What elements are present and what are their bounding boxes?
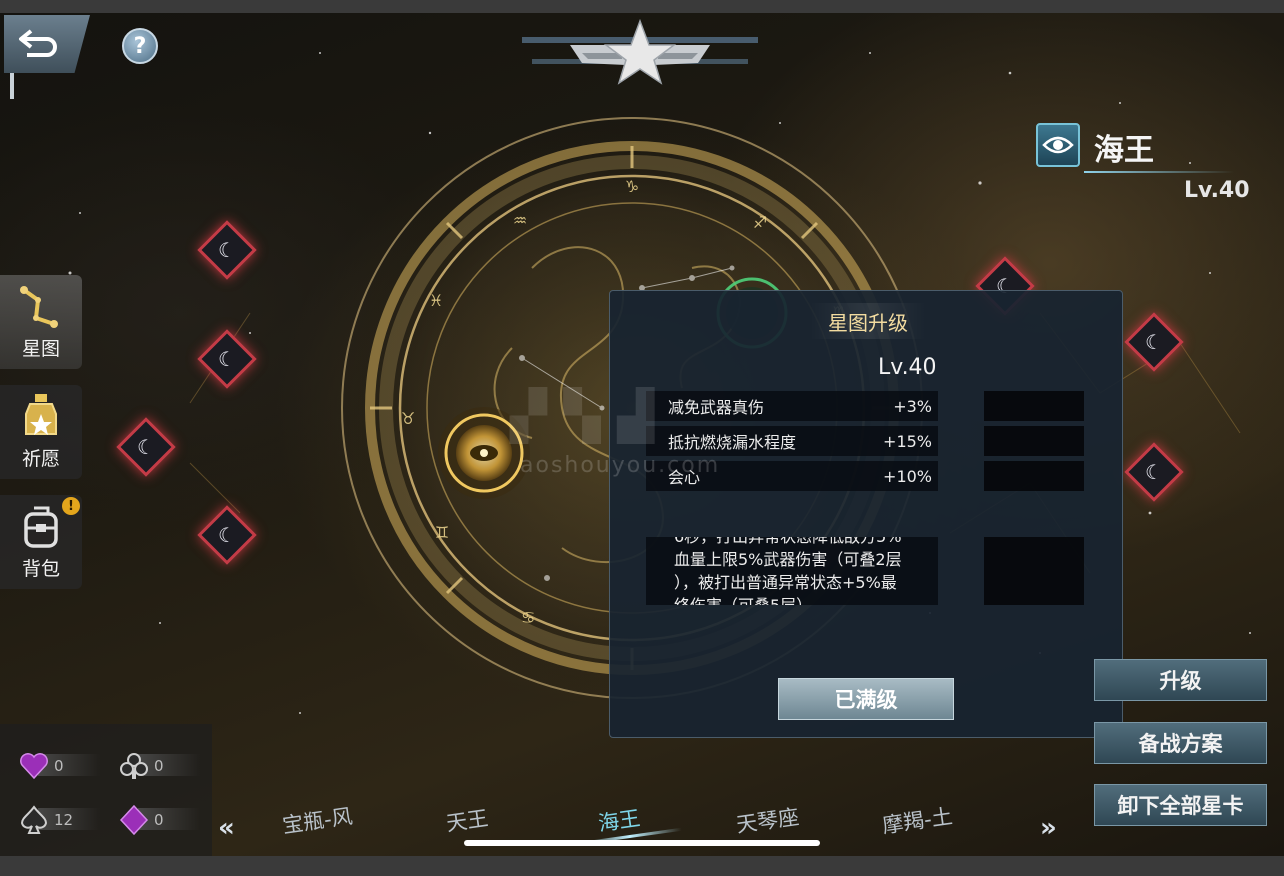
character-name: 海王 — [1094, 133, 1154, 168]
moon-star-icon: ☾ — [218, 238, 236, 262]
svg-text:♋: ♋ — [521, 608, 535, 627]
diamond-icon — [119, 804, 149, 836]
tab-uranus[interactable]: 天王 — [444, 802, 490, 838]
panel-level: Lv.40 — [878, 355, 937, 380]
character-level: Lv.40 — [1184, 178, 1250, 203]
stat-slot-empty — [984, 461, 1084, 491]
svg-text:♓: ♓ — [429, 291, 443, 310]
stat-row: 减免武器真伤 +3% — [646, 391, 938, 421]
stat-name: 抵抗燃烧漏水程度 — [668, 433, 797, 452]
status-bar-top — [0, 0, 1284, 13]
tab-aquarius-wind[interactable]: 宝瓶-风 — [280, 800, 354, 840]
svg-text:♑: ♑ — [625, 177, 639, 196]
character-eye-badge — [1036, 123, 1080, 167]
description-line: 终伤害（可叠5层） — [674, 594, 930, 605]
eye-icon — [1042, 136, 1074, 154]
stat-value: +15% — [883, 431, 932, 451]
description-line: 血量上限5%武器伤害（可叠2层 — [674, 550, 902, 569]
tab-lyra[interactable]: 天琴座 — [734, 801, 801, 839]
loadout-button[interactable]: 备战方案 — [1094, 722, 1267, 764]
constellation-node-left-1[interactable]: ☾ — [197, 220, 257, 280]
resource-diamond: 0 — [118, 804, 200, 836]
backpack-icon — [24, 506, 58, 548]
wish-bottle-icon — [25, 394, 57, 435]
constellation-node-right-3[interactable]: ☾ — [1124, 442, 1184, 502]
resource-heart: 0 — [18, 750, 100, 782]
moon-star-icon: ☾ — [218, 347, 236, 371]
star-chart-upgrade-panel: 星图升级 Lv.40 减免武器真伤 +3% 抵抗燃烧漏水程度 +15% 会心 +… — [609, 290, 1123, 738]
nav-backpack-label: 背包 — [21, 558, 60, 580]
description-line: ），被打出普通异常状态+5%最 — [674, 573, 897, 592]
svg-text:♒: ♒ — [513, 211, 527, 230]
question-mark-icon: ? — [133, 33, 147, 59]
nav-wish-label: 祈愿 — [21, 448, 60, 470]
nav-star-chart[interactable]: 星图 — [0, 275, 82, 369]
nav-star-chart-label: 星图 — [21, 338, 60, 360]
resource-count: 0 — [54, 757, 64, 775]
watermark-logo: ▞ ▚ ▟ — [510, 388, 655, 444]
moon-star-icon: ☾ — [1145, 330, 1163, 354]
heart-icon — [20, 753, 48, 780]
back-flag-decoration — [10, 73, 14, 99]
tab-prev-button[interactable]: « — [218, 813, 235, 843]
home-indicator[interactable] — [464, 840, 820, 846]
stat-row: 抵抗燃烧漏水程度 +15% — [646, 426, 938, 456]
game-stage: ? 星图 祈愿 ! 背包 ☾ ☾ ☾ ☾ ☾ ☾ ☾ ♑ ♒ ♓ ♉ ♊ ♋ ♐… — [0, 13, 1284, 856]
max-level-button[interactable]: 已满级 — [778, 678, 954, 720]
character-name-underline — [1084, 171, 1234, 173]
spade-icon — [20, 805, 48, 834]
constellation-node-left-2[interactable]: ☾ — [197, 329, 257, 389]
resource-club: 0 — [118, 750, 200, 782]
upgrade-button[interactable]: 升级 — [1094, 659, 1267, 701]
resource-count: 0 — [154, 757, 164, 775]
constellation-node-left-4[interactable]: ☾ — [197, 505, 257, 565]
stat-slot-empty — [984, 426, 1084, 456]
skill-description[interactable]: 6秒，打出异常状态降低敌方5% 血量上限5%武器伤害（可叠2层 ），被打出普通异… — [646, 537, 938, 605]
unequip-all-button[interactable]: 卸下全部星卡 — [1094, 784, 1267, 826]
resource-panel: 0 0 12 0 — [0, 724, 212, 856]
svg-text:♐: ♐ — [753, 213, 767, 232]
watermark: aoshouyou.com — [520, 453, 721, 478]
status-bar-bottom — [0, 856, 1284, 876]
panel-title: 星图升级 — [810, 303, 926, 339]
stat-value: +10% — [883, 466, 932, 486]
moon-star-icon: ☾ — [137, 435, 155, 459]
description-slot-empty — [984, 537, 1084, 605]
back-button[interactable] — [4, 15, 90, 73]
svg-text:♊: ♊ — [435, 523, 449, 542]
help-button[interactable]: ? — [122, 28, 158, 64]
tab-next-button[interactable]: » — [1040, 813, 1057, 843]
description-line: 6秒，打出异常状态降低敌方5% — [674, 537, 930, 548]
side-navigation: 星图 祈愿 ! 背包 — [0, 275, 84, 605]
winged-star-emblem — [522, 18, 758, 85]
constellation-node-right-2[interactable]: ☾ — [1124, 312, 1184, 372]
svg-text:♉: ♉ — [401, 409, 415, 428]
return-arrow-icon — [19, 29, 57, 57]
nav-backpack[interactable]: ! 背包 — [0, 495, 82, 589]
resource-count: 0 — [154, 811, 164, 829]
stat-name: 减免武器真伤 — [668, 398, 765, 417]
notification-badge: ! — [62, 497, 80, 515]
star-chart-icon — [20, 286, 58, 328]
stat-value: +3% — [893, 396, 932, 416]
nav-wish[interactable]: 祈愿 — [0, 385, 82, 479]
club-icon — [120, 753, 148, 779]
tab-capricorn-earth[interactable]: 摩羯-土 — [880, 800, 954, 840]
resource-count: 12 — [54, 811, 74, 829]
moon-star-icon: ☾ — [1145, 460, 1163, 484]
tab-neptune[interactable]: 海王 — [596, 802, 642, 838]
moon-star-icon: ☾ — [218, 523, 236, 547]
resource-spade: 12 — [18, 804, 100, 836]
stat-slot-empty — [984, 391, 1084, 421]
constellation-node-left-3[interactable]: ☾ — [116, 417, 176, 477]
